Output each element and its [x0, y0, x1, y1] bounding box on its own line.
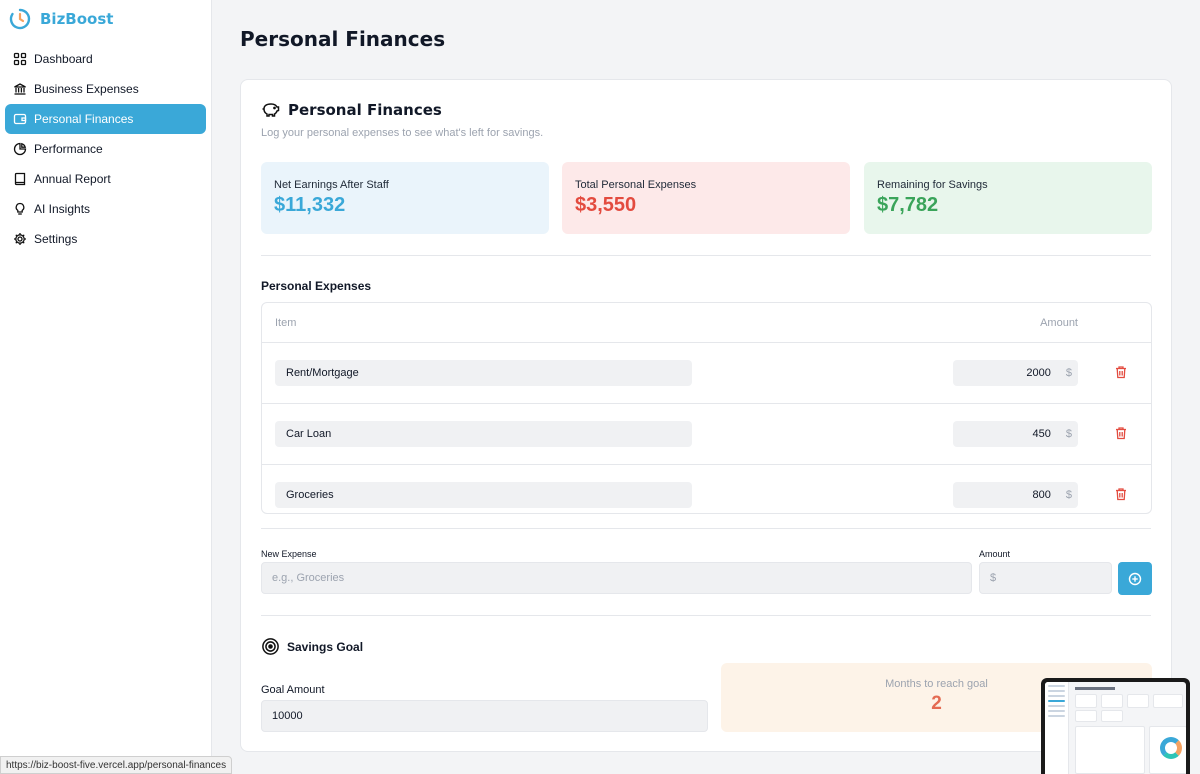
- thumbnail-title: [1075, 687, 1115, 690]
- expenses-section-title: Personal Expenses: [261, 279, 372, 293]
- brand[interactable]: BizBoost: [0, 0, 211, 38]
- amount-value: 450: [1032, 428, 1051, 440]
- sidebar-nav: Dashboard Business Expenses Personal Fin…: [0, 44, 211, 254]
- table-row: Rent/Mortgage 2000 $: [262, 343, 1151, 404]
- expense-amount-input[interactable]: 2000 $: [953, 360, 1078, 386]
- card-header: Personal Finances: [261, 100, 442, 120]
- thumbnail-card: [1101, 710, 1123, 722]
- clock-logo-icon: [9, 8, 31, 30]
- target-icon: [262, 638, 279, 655]
- status-bar-url: https://biz-boost-five.vercel.app/person…: [0, 756, 233, 774]
- plus-circle-icon: [1128, 572, 1142, 585]
- pie-chart-icon: [13, 142, 27, 156]
- currency-symbol: $: [1065, 428, 1072, 440]
- stat-label: Remaining for Savings: [877, 179, 988, 191]
- stat-value: $3,550: [575, 194, 637, 216]
- lightbulb-icon: [15, 202, 25, 215]
- savings-goal-title: Savings Goal: [287, 639, 364, 654]
- new-amount-input[interactable]: $: [979, 562, 1112, 594]
- sidebar-item-label: Personal Finances: [34, 112, 134, 126]
- add-expense-button[interactable]: [1118, 562, 1152, 595]
- sidebar-item-label: Dashboard: [34, 52, 93, 66]
- stat-label: Net Earnings After Staff: [274, 179, 389, 191]
- table-header: Item Amount: [262, 303, 1151, 343]
- savings-goal-header: Savings Goal: [261, 637, 363, 656]
- wallet-icon: [13, 113, 27, 125]
- sidebar-item-settings[interactable]: Settings: [5, 224, 206, 254]
- thumbnail-card: [1101, 694, 1123, 708]
- column-header-item: Item: [275, 317, 297, 329]
- sidebar-item-business-expenses[interactable]: Business Expenses: [5, 74, 206, 104]
- gear-icon: [14, 233, 26, 245]
- stat-label: Total Personal Expenses: [575, 179, 697, 191]
- sidebar-item-ai-insights[interactable]: AI Insights: [5, 194, 206, 224]
- sidebar-item-label: Annual Report: [34, 172, 111, 186]
- stat-value: $7,782: [877, 194, 939, 216]
- goal-amount-label: Goal Amount: [261, 684, 325, 696]
- bank-icon: [14, 83, 26, 95]
- main-content: Personal Finances Personal Finances Log …: [212, 0, 1200, 774]
- thumbnail-card: [1075, 710, 1097, 722]
- stat-value: $11,332: [274, 194, 346, 216]
- table-row: Car Loan 450 $: [262, 404, 1151, 465]
- page-title: Personal Finances: [240, 27, 446, 51]
- expense-item-input[interactable]: Rent/Mortgage: [275, 360, 692, 386]
- card-subtitle: Log your personal expenses to see what's…: [261, 127, 544, 139]
- sidebar: BizBoost Dashboard Business Expenses Per…: [0, 0, 212, 774]
- new-expense-label: New Expense: [261, 549, 317, 559]
- sidebar-item-performance[interactable]: Performance: [5, 134, 206, 164]
- sidebar-item-label: Business Expenses: [34, 82, 139, 96]
- divider: [261, 255, 1151, 256]
- table-row: Groceries 800 $: [262, 465, 1151, 513]
- thumbnail-card: [1075, 726, 1145, 774]
- currency-symbol: $: [1065, 367, 1072, 379]
- currency-symbol: $: [1065, 489, 1072, 501]
- goal-amount-input[interactable]: 10000: [261, 700, 708, 732]
- thumbnail-card: [1153, 694, 1183, 708]
- book-icon: [14, 172, 26, 186]
- sidebar-item-annual-report[interactable]: Annual Report: [5, 164, 206, 194]
- brand-name: BizBoost: [40, 10, 114, 28]
- sidebar-item-label: Settings: [34, 232, 78, 246]
- divider: [261, 615, 1151, 616]
- trash-icon[interactable]: [1114, 487, 1128, 501]
- thumbnail-card: [1127, 694, 1149, 708]
- total-expenses-stat: Total Personal Expenses $3,550: [562, 162, 850, 234]
- sidebar-item-label: AI Insights: [34, 202, 91, 216]
- remaining-savings-stat: Remaining for Savings $7,782: [864, 162, 1152, 234]
- grid-icon: [13, 52, 27, 66]
- thumbnail-screen: [1045, 682, 1186, 774]
- amount-value: 800: [1032, 489, 1051, 501]
- card-title: Personal Finances: [288, 101, 442, 119]
- amount-value: 2000: [1026, 367, 1051, 379]
- expenses-table: Item Amount Rent/Mortgage 2000 $ Car Loa…: [261, 302, 1152, 514]
- divider: [261, 528, 1151, 529]
- trash-icon[interactable]: [1114, 426, 1128, 440]
- thumbnail-sidebar: [1045, 682, 1069, 774]
- expense-item-input[interactable]: Groceries: [275, 482, 692, 508]
- thumbnail-donut: [1160, 737, 1182, 759]
- expense-amount-input[interactable]: 800 $: [953, 482, 1078, 508]
- net-earnings-stat: Net Earnings After Staff $11,332: [261, 162, 549, 234]
- expense-item-input[interactable]: Car Loan: [275, 421, 692, 447]
- new-amount-label: Amount: [979, 549, 1011, 559]
- piggy-bank-icon: [262, 103, 280, 117]
- trash-icon[interactable]: [1114, 365, 1128, 379]
- sidebar-item-label: Performance: [34, 142, 103, 156]
- expense-amount-input[interactable]: 450 $: [953, 421, 1078, 447]
- column-header-amount: Amount: [1040, 317, 1078, 329]
- personal-finances-card: Personal Finances Log your personal expe…: [240, 79, 1172, 752]
- new-expense-input[interactable]: e.g., Groceries: [261, 562, 972, 594]
- sidebar-item-dashboard[interactable]: Dashboard: [5, 44, 206, 74]
- screenshot-thumbnail[interactable]: [1041, 678, 1190, 774]
- sidebar-item-personal-finances[interactable]: Personal Finances: [5, 104, 206, 134]
- thumbnail-card: [1075, 694, 1097, 708]
